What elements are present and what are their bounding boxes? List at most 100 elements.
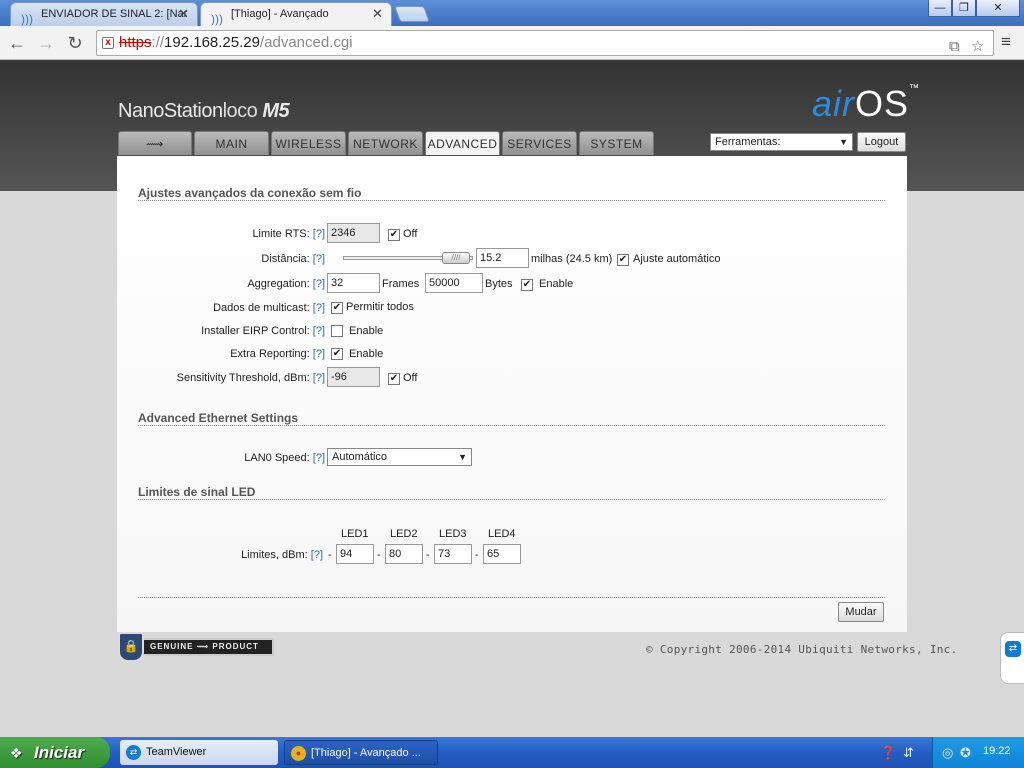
divider bbox=[138, 200, 885, 201]
copyright: © Copyright 2006-2014 Ubiquiti Networks,… bbox=[646, 643, 958, 656]
extra-reporting-label: Extra Reporting: [?] bbox=[230, 348, 325, 360]
led1-input[interactable]: 94 bbox=[336, 544, 374, 564]
reload-button[interactable]: ↻ bbox=[64, 32, 86, 54]
url-path: /advanced.cgi bbox=[259, 34, 353, 51]
url-host: 192.168.25.29 bbox=[164, 34, 260, 51]
extra-reporting-checkbox[interactable]: ✔ bbox=[331, 348, 343, 360]
aggregation-enable-checkbox[interactable]: ✔ bbox=[521, 279, 533, 291]
tab-network[interactable]: NETWORK bbox=[348, 131, 423, 155]
minimize-button[interactable]: — bbox=[928, 0, 952, 17]
antivirus-tray-icon[interactable]: ◎ bbox=[942, 745, 953, 761]
logout-button[interactable]: Logout bbox=[857, 132, 906, 152]
led3-header: LED3 bbox=[439, 528, 467, 540]
aggregation-bytes-input[interactable]: 50000 bbox=[425, 273, 483, 293]
airos-logo: airOS™ bbox=[812, 83, 921, 124]
start-button[interactable]: ❖ Iniciar bbox=[0, 737, 110, 768]
chrome-menu-icon[interactable]: ≡ bbox=[1001, 32, 1015, 52]
network-tray-icon[interactable]: ⇵ bbox=[903, 745, 914, 761]
help-link[interactable]: [?] bbox=[313, 348, 325, 360]
teamviewer-side-tab[interactable]: ⇄ bbox=[1000, 632, 1024, 684]
ethernet-section-title: Advanced Ethernet Settings bbox=[138, 411, 299, 425]
sensitivity-off-checkbox[interactable]: ✔ bbox=[388, 373, 400, 385]
help-link[interactable]: [?] bbox=[313, 228, 325, 240]
tab-advanced[interactable]: ADVANCED bbox=[425, 131, 500, 155]
led-dash: - bbox=[377, 549, 381, 561]
forward-button[interactable]: → bbox=[35, 32, 57, 54]
extra-reporting-enable-label: Enable bbox=[349, 348, 384, 360]
window-close-button[interactable]: ✕ bbox=[976, 0, 1020, 17]
multicast-option-label: Permitir todos bbox=[346, 301, 414, 313]
tab-wireless[interactable]: WIRELESS bbox=[271, 131, 346, 155]
back-button[interactable]: ← bbox=[6, 32, 28, 54]
chrome-icon: ● bbox=[291, 746, 306, 761]
led2-header: LED2 bbox=[390, 528, 418, 540]
url-separator: :// bbox=[151, 34, 165, 51]
led2-input[interactable]: 80 bbox=[385, 544, 423, 564]
help-link[interactable]: [?] bbox=[313, 325, 325, 337]
new-tab-button[interactable] bbox=[394, 6, 430, 22]
distance-unit: milhas (24.5 km) bbox=[531, 253, 613, 265]
sensitivity-input[interactable]: -96 bbox=[327, 367, 380, 387]
tab-title: ENVIADOR DE SINAL 2: [Nar bbox=[41, 8, 188, 20]
divider bbox=[138, 597, 885, 598]
help-link[interactable]: [?] bbox=[313, 452, 325, 464]
insecure-lock-icon[interactable]: x bbox=[102, 37, 114, 49]
led-limits-label: Limites, dBm: [?] bbox=[241, 549, 323, 561]
chevron-down-icon: ▼ bbox=[839, 137, 848, 147]
help-link[interactable]: [?] bbox=[313, 253, 325, 265]
security-tray-icon[interactable]: ✪ bbox=[960, 745, 971, 761]
mudar-button[interactable]: Mudar bbox=[838, 602, 884, 622]
tab-ubiquiti-logo[interactable]: ⟿ bbox=[118, 131, 192, 155]
taskbar-teamviewer[interactable]: ⇄ TeamViewer bbox=[120, 740, 278, 765]
led-dash: - bbox=[475, 549, 479, 561]
clock: 19:22 bbox=[983, 745, 1011, 757]
led4-input[interactable]: 65 bbox=[483, 544, 521, 564]
content-panel: Ajustes avançados da conexão sem fio Lim… bbox=[117, 156, 907, 632]
multicast-checkbox[interactable]: ✔ bbox=[331, 302, 343, 314]
aggregation-enable-label: Enable bbox=[539, 278, 574, 290]
aggregation-frames-input[interactable]: 32 bbox=[327, 273, 380, 293]
distance-input[interactable]: 15.2 bbox=[476, 248, 529, 268]
lock-shield-icon: 🔒 bbox=[118, 632, 144, 662]
translate-icon[interactable]: ⧉ bbox=[949, 35, 960, 59]
divider bbox=[138, 425, 885, 426]
rts-input[interactable]: 2346 bbox=[327, 223, 380, 243]
tab-services[interactable]: SERVICES bbox=[502, 131, 577, 155]
led-dash: - bbox=[426, 549, 430, 561]
close-tab-icon[interactable]: ✕ bbox=[178, 3, 189, 25]
frames-label: Frames bbox=[382, 278, 420, 290]
taskbar: ❖ Iniciar ⇄ TeamViewer ● [Thiago] - Avan… bbox=[0, 737, 1024, 768]
bookmark-star-icon[interactable]: ☆ bbox=[971, 35, 984, 59]
tab-system[interactable]: SYSTEM bbox=[579, 131, 654, 155]
help-tray-icon[interactable]: ❓ bbox=[880, 745, 896, 761]
genuine-product-badge: GENUINE ⟿ PRODUCT 🔒 bbox=[118, 632, 274, 662]
distance-auto-checkbox[interactable]: ✔ bbox=[617, 254, 629, 266]
tab-main[interactable]: MAIN bbox=[194, 131, 269, 155]
browser-tab-enviador[interactable]: ))) ENVIADOR DE SINAL 2: [Nar ✕ bbox=[10, 2, 198, 26]
rts-off-checkbox[interactable]: ✔ bbox=[388, 229, 400, 241]
browser-tab-avancado[interactable]: ))) [Thiago] - Avançado ✕ bbox=[200, 2, 392, 26]
led3-input[interactable]: 73 bbox=[434, 544, 472, 564]
tools-select[interactable]: Ferramentas: ▼ bbox=[710, 133, 853, 151]
help-link[interactable]: [?] bbox=[313, 302, 325, 314]
wifi-icon: ))) bbox=[211, 12, 223, 26]
multicast-label: Dados de multicast: [?] bbox=[213, 302, 325, 314]
help-link[interactable]: [?] bbox=[313, 372, 325, 384]
eirp-label: Installer EIRP Control: [?] bbox=[201, 325, 325, 337]
aggregation-label: Aggregation: [?] bbox=[247, 278, 325, 290]
distance-slider-handle[interactable]: //// bbox=[442, 252, 470, 264]
teamviewer-icon: ⇄ bbox=[1005, 641, 1021, 657]
help-link[interactable]: [?] bbox=[311, 549, 323, 561]
wifi-icon: ))) bbox=[21, 12, 33, 26]
maximize-button[interactable]: ❐ bbox=[952, 0, 976, 17]
ubiquiti-logo-icon: ⟿ bbox=[146, 137, 164, 151]
close-tab-icon[interactable]: ✕ bbox=[372, 3, 383, 25]
lan-speed-select[interactable]: Automático ▼ bbox=[327, 448, 472, 466]
lan-speed-label: LAN0 Speed: [?] bbox=[244, 452, 325, 464]
address-bar[interactable]: x https://192.168.25.29/advanced.cgi ⧉ ☆ bbox=[96, 30, 994, 56]
tab-title: [Thiago] - Avançado bbox=[231, 8, 329, 20]
help-link[interactable]: [?] bbox=[313, 278, 325, 290]
eirp-checkbox[interactable] bbox=[331, 325, 343, 337]
taskbar-chrome[interactable]: ● [Thiago] - Avançado ... bbox=[284, 740, 438, 765]
wireless-section-title: Ajustes avançados da conexão sem fio bbox=[138, 186, 362, 200]
